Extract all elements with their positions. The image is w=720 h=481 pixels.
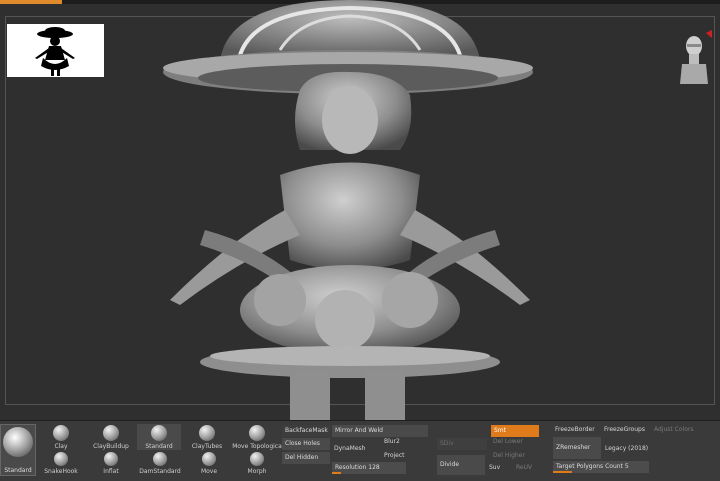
sculpt-model[interactable] [110, 0, 610, 420]
brush-sphere-icon [3, 427, 33, 457]
del-higher-button[interactable]: Del Higher [493, 452, 525, 459]
brush-clay[interactable]: Clay [48, 425, 74, 450]
brush-claybuildup[interactable]: ClayBuildup [92, 425, 130, 450]
close-holes-button[interactable]: Close Holes [282, 438, 330, 450]
reuv-button[interactable]: ReUV [516, 464, 532, 471]
silhouette-thumbnail [7, 24, 104, 77]
resolution-label: Resolution 128 [335, 464, 380, 471]
current-brush-button[interactable]: Standard [0, 424, 36, 476]
move-brush-icon [202, 452, 216, 466]
project-button[interactable]: Project [384, 452, 405, 459]
backface-mask-button[interactable]: BackfaceMask [282, 425, 330, 437]
freeze-border-button[interactable]: FreezeBorder [555, 426, 595, 433]
smt-toggle[interactable]: Smt [491, 425, 539, 437]
del-hidden-button[interactable]: Del Hidden [282, 452, 330, 464]
brush-snakehook[interactable]: SnakeHook [44, 452, 78, 475]
zremesher-button[interactable]: ZRemesher [553, 437, 601, 459]
brush-inflat[interactable]: Inflat [98, 452, 124, 475]
move-topological-brush-icon [249, 425, 265, 441]
resolution-slider[interactable]: Resolution 128 [332, 462, 406, 474]
mirror-and-weld-button[interactable]: Mirror And Weld [332, 425, 428, 437]
suv-button[interactable]: Suv [489, 464, 500, 471]
brush-move-topological[interactable]: Move Topologica [232, 425, 282, 450]
dynamesh-button[interactable]: DynaMesh [334, 445, 365, 452]
brush-standard[interactable]: Standard [137, 424, 181, 450]
brush-claytubes[interactable]: ClayTubes [190, 425, 224, 450]
active-menu-indicator[interactable] [0, 0, 62, 4]
del-lower-button[interactable]: Del Lower [493, 438, 523, 445]
standard-brush-icon [151, 425, 167, 441]
damstandard-brush-icon [153, 452, 167, 466]
legacy-2018-button[interactable]: Legacy (2018) [605, 445, 648, 452]
morph-brush-icon [250, 452, 264, 466]
claybuildup-brush-icon [103, 425, 119, 441]
target-polygons-slider[interactable]: Target Polygons Count 5 [553, 461, 649, 473]
claytubes-brush-icon [199, 425, 215, 441]
target-polygons-fill [553, 471, 573, 473]
brush-move[interactable]: Move [196, 452, 222, 475]
adjust-colors-button[interactable]: Adjust Colors [654, 426, 693, 433]
brush-damstandard[interactable]: DamStandard [138, 452, 182, 475]
sdiv-slider[interactable]: SDiv [437, 438, 487, 450]
blur-label[interactable]: Blur [384, 438, 396, 445]
canvas-viewport[interactable] [0, 0, 720, 420]
brush-morph[interactable]: Morph [244, 452, 270, 475]
divide-button[interactable]: Divide [437, 455, 485, 475]
current-brush-label: Standard [4, 467, 32, 474]
snakehook-brush-icon [54, 452, 68, 466]
freeze-groups-button[interactable]: FreezeGroups [604, 426, 645, 433]
resolution-fill [332, 472, 341, 474]
navigation-head-gizmo[interactable] [676, 30, 712, 90]
inflat-brush-icon [104, 452, 118, 466]
blur-value: 2 [396, 438, 400, 445]
clay-brush-icon [53, 425, 69, 441]
